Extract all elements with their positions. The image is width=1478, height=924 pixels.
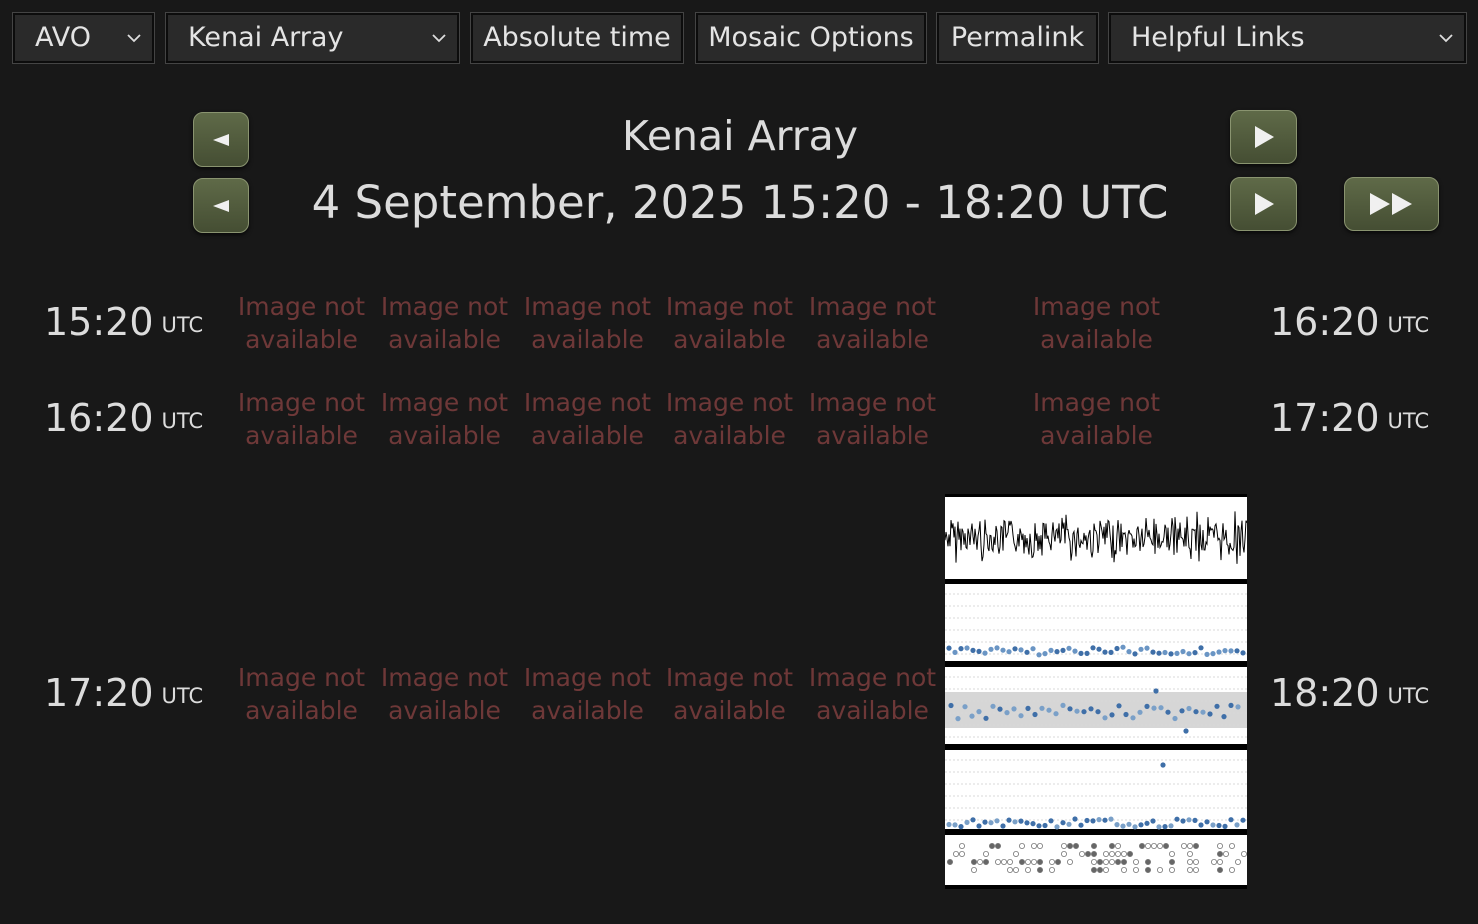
image-unavailable-cell: Image not available: [523, 663, 652, 725]
image-unavailable-cell: Image not available: [1032, 388, 1161, 450]
image-unavailable-cell: Image not available: [380, 388, 509, 450]
row-start-time: 17:20 UTC: [44, 671, 204, 715]
chevron-down-icon: [432, 34, 446, 43]
row-start-time: 16:20 UTC: [44, 396, 204, 440]
image-unavailable-cell: Image not available: [523, 292, 652, 354]
image-unavailable-cell: Image not available: [808, 388, 937, 450]
network-select-value: AVO: [35, 22, 91, 53]
array-processing-thumbnail[interactable]: [944, 494, 1248, 889]
image-unavailable-cell: Image not available: [665, 388, 794, 450]
permalink-button[interactable]: Permalink: [936, 12, 1099, 64]
row-end-time: 17:20 UTC: [1270, 396, 1430, 440]
image-unavailable-cell: Image not available: [380, 292, 509, 354]
next-subnet-button[interactable]: [1230, 110, 1297, 164]
image-unavailable-cell: Image not available: [237, 663, 366, 725]
image-unavailable-cell: Image not available: [808, 663, 937, 725]
network-select[interactable]: AVO: [12, 12, 155, 64]
fast-forward-icon: [1369, 193, 1412, 215]
helpful-links-value: Helpful Links: [1131, 22, 1305, 53]
next-time-button[interactable]: [1230, 177, 1297, 231]
subnet-title: Kenai Array: [621, 112, 859, 160]
row-end-time: 16:20 UTC: [1270, 300, 1430, 344]
time-range-title: 4 September, 2025 15:20 - 18:20 UTC: [311, 176, 1169, 229]
image-unavailable-cell: Image not available: [665, 663, 794, 725]
image-unavailable-cell: Image not available: [808, 292, 937, 354]
subnet-select-value: Kenai Array: [188, 22, 344, 53]
latest-time-button[interactable]: [1344, 177, 1439, 231]
left-triangle-icon: [213, 133, 229, 146]
image-unavailable-cell: Image not available: [1032, 292, 1161, 354]
left-triangle-icon: [213, 199, 229, 212]
play-icon: [1254, 126, 1274, 148]
image-unavailable-cell: Image not available: [523, 388, 652, 450]
subnet-select[interactable]: Kenai Array: [165, 12, 460, 64]
play-icon: [1254, 193, 1274, 215]
chevron-down-icon: [127, 34, 141, 43]
previous-subnet-button[interactable]: [193, 112, 249, 167]
array-processing-plot: [944, 497, 1248, 885]
image-unavailable-cell: Image not available: [237, 292, 366, 354]
mosaic-options-button[interactable]: Mosaic Options: [695, 12, 927, 64]
row-start-time: 15:20 UTC: [44, 300, 204, 344]
image-unavailable-cell: Image not available: [380, 663, 509, 725]
image-unavailable-cell: Image not available: [237, 388, 366, 450]
image-unavailable-cell: Image not available: [665, 292, 794, 354]
row-end-time: 18:20 UTC: [1270, 671, 1430, 715]
previous-time-button[interactable]: [193, 178, 249, 233]
helpful-links-select[interactable]: Helpful Links: [1108, 12, 1467, 64]
absolute-time-button[interactable]: Absolute time: [470, 12, 684, 64]
chevron-down-icon: [1439, 34, 1453, 43]
